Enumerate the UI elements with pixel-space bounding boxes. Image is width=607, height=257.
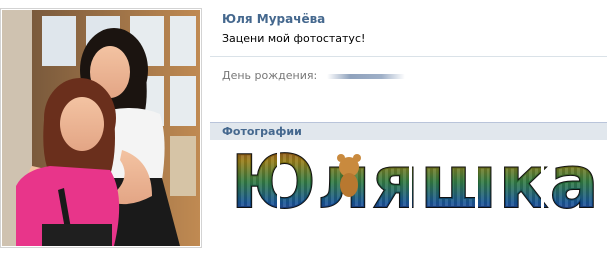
birthday-label: День рождения: [222, 69, 318, 82]
profile-photo-image [2, 10, 200, 246]
photo-status-text-overlay: Юляшка [231, 141, 600, 215]
birthday-value-blurred [327, 74, 405, 79]
profile-photo[interactable] [0, 8, 202, 248]
photos-header-label[interactable]: Фотографии [222, 125, 302, 138]
photo-status-banner: Юляшка Юляшка [230, 141, 600, 215]
profile-name-link[interactable]: Юля Мурачёва [222, 12, 325, 26]
photo-status-strip[interactable]: Юляшка Юляшка [211, 141, 607, 215]
photos-section-header[interactable]: Фотографии [210, 122, 607, 140]
profile-status[interactable]: Зацени мой фотостатус! [222, 32, 365, 45]
info-divider [210, 56, 607, 57]
